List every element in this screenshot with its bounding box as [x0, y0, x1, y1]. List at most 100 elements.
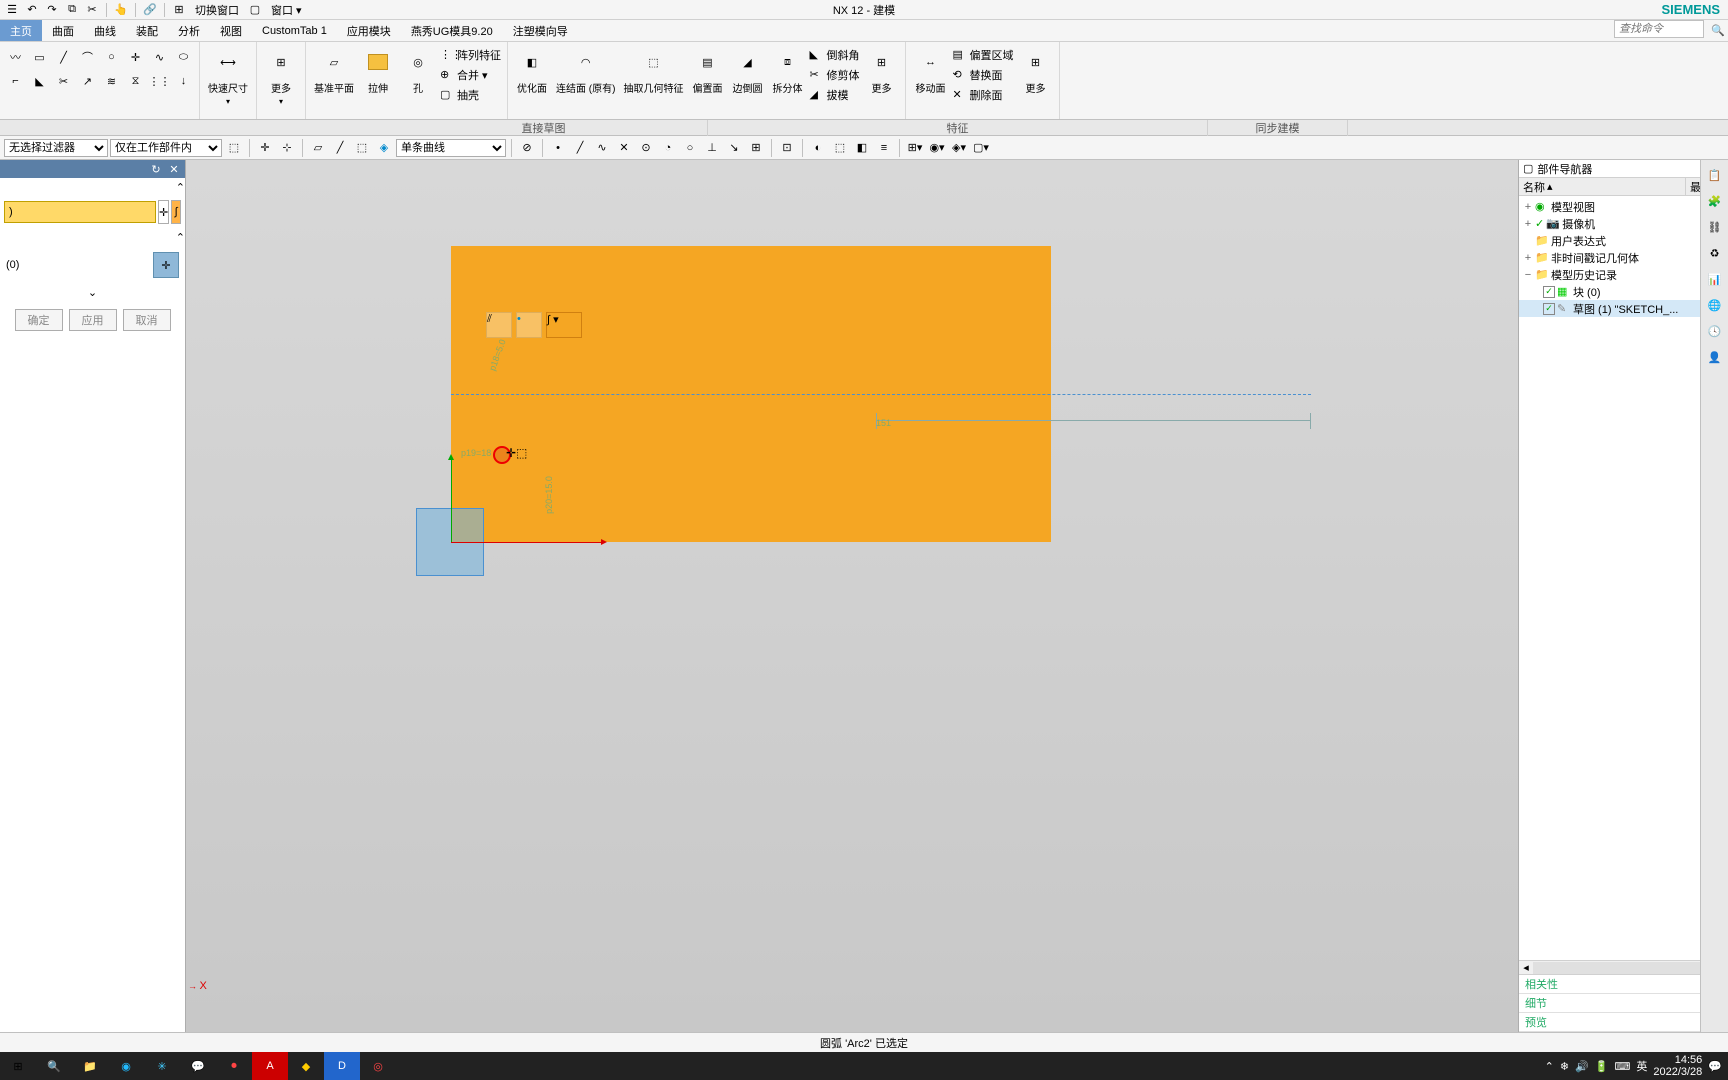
- snap-tangent-icon[interactable]: ○: [680, 138, 700, 158]
- more-sync-button[interactable]: ⊞更多: [1015, 44, 1055, 106]
- scroll-left-icon[interactable]: ◂: [1519, 961, 1533, 974]
- chamfer-sketch-icon[interactable]: ◣: [29, 70, 51, 92]
- snap-intersect-icon[interactable]: ✕: [614, 138, 634, 158]
- mirror-icon[interactable]: ⧖: [125, 70, 147, 92]
- tree-user-expressions[interactable]: 📁用户表达式: [1519, 232, 1728, 249]
- autocad-icon[interactable]: A: [252, 1052, 288, 1080]
- dialog-value-input[interactable]: [4, 201, 156, 223]
- optimize-face-button[interactable]: ◧优化面: [512, 44, 552, 106]
- link-icon[interactable]: 🔗: [142, 2, 158, 18]
- edge-blend-button[interactable]: ◠连结面 (原有): [552, 44, 619, 106]
- apply-button[interactable]: 应用: [69, 309, 117, 331]
- redo-icon[interactable]: ↷: [44, 2, 60, 18]
- search-icon[interactable]: 🔍: [1708, 20, 1728, 41]
- arc-icon[interactable]: ⌒: [77, 46, 99, 68]
- more-feature-button[interactable]: ⊞更多: [861, 44, 901, 106]
- nav-hscroll[interactable]: ◂ ▸: [1519, 960, 1728, 974]
- tab-view[interactable]: 视图: [210, 20, 252, 41]
- app3-icon[interactable]: D: [324, 1052, 360, 1080]
- tree-block[interactable]: ▦块 (0) ✔: [1519, 283, 1728, 300]
- circle-icon[interactable]: ○: [101, 46, 123, 68]
- start-button[interactable]: ⊞: [0, 1052, 36, 1080]
- shade-icon[interactable]: ◐: [808, 138, 828, 158]
- dialog-close-icon[interactable]: ✕: [167, 162, 181, 176]
- tab-moldwizard[interactable]: 注塑模向导: [503, 20, 578, 41]
- snap-quadrant-icon[interactable]: ◔: [658, 138, 678, 158]
- grid-style-icon[interactable]: ⊞▾: [905, 138, 925, 158]
- snap-near-icon[interactable]: ↘: [724, 138, 744, 158]
- sketch-checkbox-icon[interactable]: [1543, 303, 1555, 315]
- cut-icon[interactable]: ✂: [84, 2, 100, 18]
- dialog-reset-icon[interactable]: ↻: [149, 162, 163, 176]
- tree-history[interactable]: −📁模型历史记录: [1519, 266, 1728, 283]
- tab-home[interactable]: 主页: [0, 20, 42, 41]
- split-body-button[interactable]: ⧈拆分体: [767, 44, 807, 106]
- nav-sec-preview[interactable]: 预览: [1519, 1013, 1728, 1032]
- project-icon[interactable]: ↓: [173, 70, 195, 92]
- rec-icon[interactable]: ⏺: [216, 1052, 252, 1080]
- app1-icon[interactable]: ✳: [144, 1052, 180, 1080]
- tab-curve[interactable]: 曲线: [84, 20, 126, 41]
- tray-volume-icon[interactable]: 🔊: [1575, 1060, 1589, 1073]
- selection-filter-dropdown[interactable]: 无选择过滤器: [4, 139, 108, 157]
- edge-chamfer-button[interactable]: ◢边倒圆: [727, 44, 767, 106]
- app4-icon[interactable]: ◎: [360, 1052, 396, 1080]
- wechat-icon[interactable]: 💬: [180, 1052, 216, 1080]
- chamfer-button[interactable]: ◣倒斜角: [809, 46, 859, 64]
- edge-icon[interactable]: ◉: [108, 1052, 144, 1080]
- scope-filter-dropdown[interactable]: 仅在工作部件内: [110, 139, 222, 157]
- graphics-canvas[interactable]: 151 p18=5.0 p19=18 p20=15.0 ✛⬚ ⫽ • ∫ ▾ →…: [186, 160, 1518, 1032]
- dialog-section2-toggle[interactable]: ⌃: [0, 228, 185, 246]
- more-view-icon[interactable]: ▢▾: [971, 138, 991, 158]
- tab-application[interactable]: 应用模块: [337, 20, 401, 41]
- datum-plane-button[interactable]: ▱基准平面: [310, 44, 358, 106]
- offset-region-button[interactable]: ▤偏置面: [687, 44, 727, 106]
- tree-sketch[interactable]: ✎草图 (1) "SKETCH_... ✔: [1519, 300, 1728, 317]
- draft-button[interactable]: ◢拔模: [809, 86, 859, 104]
- search-taskbar-icon[interactable]: 🔍: [36, 1052, 72, 1080]
- touch-icon[interactable]: 👆: [113, 2, 129, 18]
- command-search[interactable]: [1614, 20, 1704, 41]
- replace-face-button[interactable]: ⟲替换面: [952, 66, 1013, 84]
- rapid-dimension-button[interactable]: ⟷快速尺寸▾: [204, 44, 252, 108]
- command-search-input[interactable]: [1614, 20, 1704, 38]
- nav-sec-details[interactable]: 细节: [1519, 994, 1728, 1013]
- tray-notifications-icon[interactable]: 💬: [1708, 1060, 1722, 1073]
- stop-icon[interactable]: ⊘: [517, 138, 537, 158]
- shell-button[interactable]: ▢抽壳: [440, 86, 501, 104]
- box-select-icon[interactable]: ⬚: [352, 138, 372, 158]
- curve-preview-icon[interactable]: ∫: [171, 200, 181, 224]
- pattern-feature-button[interactable]: ⋮⋮阵列特征: [440, 46, 501, 64]
- fillet-icon[interactable]: ⌐: [5, 70, 27, 92]
- more-sketch-button[interactable]: ⊞更多▾: [261, 44, 301, 108]
- window-icon[interactable]: ▢: [247, 2, 263, 18]
- undo-icon[interactable]: ↶: [24, 2, 40, 18]
- offset-area-button[interactable]: ▤偏置区域: [952, 46, 1013, 64]
- ok-button[interactable]: 确定: [15, 309, 63, 331]
- tab-surface[interactable]: 曲面: [42, 20, 84, 41]
- hole-button[interactable]: ◎孔: [398, 44, 438, 106]
- tab-custom1[interactable]: CustomTab 1: [252, 20, 337, 41]
- res-constraint-icon[interactable]: ⛓: [1704, 216, 1726, 238]
- trim-icon[interactable]: ✂: [53, 70, 75, 92]
- nav-sec-dependency[interactable]: 相关性: [1519, 975, 1728, 994]
- move-face-button[interactable]: ↔移动面: [910, 44, 950, 106]
- unite-button[interactable]: ⊕合并 ▾: [440, 66, 501, 84]
- cancel-button[interactable]: 取消: [123, 309, 171, 331]
- tab-yanshow[interactable]: 燕秀UG模具9.20: [401, 20, 503, 41]
- res-navigator-icon[interactable]: 📋: [1704, 164, 1726, 186]
- snap-ctrl-icon[interactable]: ∿: [592, 138, 612, 158]
- wcs-icon[interactable]: ◈: [374, 138, 394, 158]
- pattern-sketch-icon[interactable]: ⋮⋮: [149, 70, 171, 92]
- explorer-icon[interactable]: 📁: [72, 1052, 108, 1080]
- tree-cameras[interactable]: +✓📷摄像机: [1519, 215, 1728, 232]
- tree-model-views[interactable]: +◉模型视图: [1519, 198, 1728, 215]
- mini-point-icon[interactable]: •: [516, 312, 542, 338]
- line-icon[interactable]: ╱: [53, 46, 75, 68]
- switch-window-button[interactable]: 切换窗口: [191, 2, 243, 18]
- trim-body-button[interactable]: ✂修剪体: [809, 66, 859, 84]
- selection-target-icon[interactable]: ✛: [153, 252, 179, 278]
- block-checkbox-icon[interactable]: [1543, 286, 1555, 298]
- tree-non-timestamp[interactable]: +📁非时间戳记几何体: [1519, 249, 1728, 266]
- wireframe-icon[interactable]: ⬚: [830, 138, 850, 158]
